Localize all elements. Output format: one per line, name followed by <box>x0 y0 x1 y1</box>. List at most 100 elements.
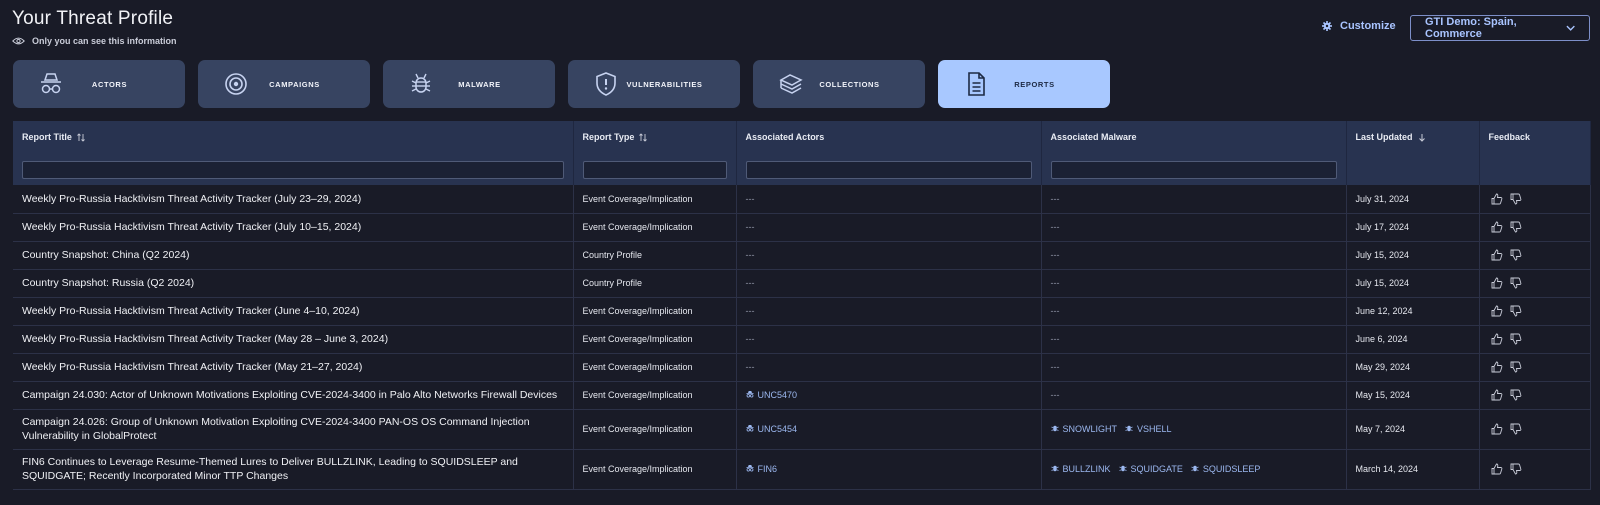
report-title[interactable]: Weekly Pro-Russia Hacktivism Threat Acti… <box>13 353 574 382</box>
threat-profile-value: GTI Demo: Spain, Commerce <box>1425 16 1517 40</box>
empty-value: --- <box>745 362 755 372</box>
associated-malware-cell: --- <box>1041 241 1347 270</box>
associated-malware-cell: --- <box>1041 381 1347 410</box>
card-vulnerabilities-label: VULNERABILITIES <box>626 79 703 89</box>
bug-icon <box>1050 424 1059 434</box>
report-title[interactable]: Weekly Pro-Russia Hacktivism Threat Acti… <box>13 185 574 214</box>
thumbs-up-icon[interactable] <box>1491 361 1503 373</box>
spy-icon <box>746 390 754 400</box>
table-row[interactable]: Weekly Pro-Russia Hacktivism Threat Acti… <box>13 297 1591 326</box>
thumbs-up-icon[interactable] <box>1491 221 1503 233</box>
associated-malware-cell: --- <box>1041 185 1347 214</box>
thumbs-up-icon[interactable] <box>1491 277 1503 289</box>
malware-name: VSHELL <box>1137 424 1172 434</box>
table-row[interactable]: Weekly Pro-Russia Hacktivism Threat Acti… <box>13 213 1591 242</box>
filter-associated-actors-input[interactable] <box>745 160 1032 179</box>
table-row[interactable]: FIN6 Continues to Leverage Resume-Themed… <box>13 449 1591 490</box>
associated-malware-cell: --- <box>1041 297 1347 326</box>
threat-profile-select[interactable]: GTI Demo: Spain, Commerce <box>1410 15 1590 41</box>
actor-chip[interactable]: UNC5470 <box>746 390 798 400</box>
col-header-report-type-label: Report Type <box>582 131 635 142</box>
category-cards: ACTORS CAMPAIGNS MALWARE VULNERABILITIES… <box>13 60 1110 108</box>
thumbs-up-icon[interactable] <box>1491 249 1503 261</box>
customize-button[interactable]: Customize <box>1322 20 1396 32</box>
malware-chip[interactable]: SQUIDGATE <box>1118 464 1183 474</box>
thumbs-down-icon[interactable] <box>1510 249 1522 261</box>
col-header-last-updated[interactable]: Last Updated <box>1346 121 1480 153</box>
actor-chip[interactable]: FIN6 <box>746 464 777 474</box>
last-updated: June 6, 2024 <box>1346 325 1480 354</box>
report-title[interactable]: Campaign 24.030: Actor of Unknown Motiva… <box>13 381 574 410</box>
thumbs-down-icon[interactable] <box>1510 423 1522 435</box>
table-row[interactable]: Country Snapshot: Russia (Q2 2024) Countr… <box>13 269 1591 298</box>
report-title[interactable]: FIN6 Continues to Leverage Resume-Themed… <box>13 449 574 490</box>
report-type: Event Coverage/Implication <box>573 449 737 490</box>
card-collections[interactable]: COLLECTIONS <box>753 60 925 108</box>
card-actors[interactable]: ACTORS <box>13 60 185 108</box>
spy-icon <box>38 71 64 97</box>
card-reports[interactable]: REPORTS <box>938 60 1110 108</box>
report-title[interactable]: Country Snapshot: China (Q2 2024) <box>13 241 574 270</box>
actor-name: UNC5454 <box>757 424 798 434</box>
bug-icon <box>1118 464 1127 474</box>
thumbs-down-icon[interactable] <box>1510 389 1522 401</box>
last-updated: July 15, 2024 <box>1346 241 1480 270</box>
actor-chip[interactable]: UNC5454 <box>746 424 798 434</box>
card-campaigns[interactable]: CAMPAIGNS <box>198 60 370 108</box>
report-type: Event Coverage/Implication <box>573 409 737 450</box>
feedback-cell <box>1479 185 1591 214</box>
empty-value: --- <box>745 250 755 260</box>
col-header-report-title[interactable]: Report Title <box>13 121 574 153</box>
malware-chip[interactable]: SNOWLIGHT <box>1050 424 1117 434</box>
thumbs-up-icon[interactable] <box>1491 305 1503 317</box>
gear-icon <box>1322 21 1332 31</box>
actor-name: UNC5470 <box>757 390 798 400</box>
card-vulnerabilities[interactable]: VULNERABILITIES <box>568 60 740 108</box>
table-row[interactable]: Country Snapshot: China (Q2 2024) Country… <box>13 241 1591 270</box>
last-updated: May 15, 2024 <box>1346 381 1480 410</box>
report-title[interactable]: Weekly Pro-Russia Hacktivism Threat Acti… <box>13 297 574 326</box>
report-type: Event Coverage/Implication <box>573 185 737 214</box>
malware-name: SQUIDSLEEP <box>1202 464 1261 474</box>
col-header-associated-actors: Associated Actors <box>736 121 1042 153</box>
filter-report-type-input[interactable] <box>582 160 727 179</box>
thumbs-up-icon[interactable] <box>1491 463 1503 475</box>
report-title[interactable]: Weekly Pro-Russia Hacktivism Threat Acti… <box>13 325 574 354</box>
table-row[interactable]: Weekly Pro-Russia Hacktivism Threat Acti… <box>13 353 1591 382</box>
thumbs-up-icon[interactable] <box>1491 333 1503 345</box>
thumbs-down-icon[interactable] <box>1510 193 1522 205</box>
thumbs-down-icon[interactable] <box>1510 305 1522 317</box>
sort-icon[interactable] <box>639 133 648 142</box>
sort-icon[interactable] <box>77 133 85 142</box>
associated-malware-cell: --- <box>1041 325 1347 354</box>
feedback-cell <box>1479 449 1591 490</box>
report-title[interactable]: Weekly Pro-Russia Hacktivism Threat Acti… <box>13 213 574 242</box>
thumbs-up-icon[interactable] <box>1491 193 1503 205</box>
thumbs-up-icon[interactable] <box>1491 389 1503 401</box>
feedback-cell <box>1479 409 1591 450</box>
table-row[interactable]: Campaign 24.030: Actor of Unknown Motiva… <box>13 381 1591 410</box>
report-title[interactable]: Campaign 24.026: Group of Unknown Motiva… <box>13 409 574 450</box>
table-row[interactable]: Weekly Pro-Russia Hacktivism Threat Acti… <box>13 325 1591 354</box>
filter-report-title-input[interactable] <box>22 160 564 179</box>
thumbs-down-icon[interactable] <box>1510 221 1522 233</box>
feedback-cell <box>1479 325 1591 354</box>
feedback-cell <box>1479 241 1591 270</box>
table-row[interactable]: Weekly Pro-Russia Hacktivism Threat Acti… <box>13 185 1591 214</box>
thumbs-down-icon[interactable] <box>1510 333 1522 345</box>
last-updated: May 29, 2024 <box>1346 353 1480 382</box>
malware-chip[interactable]: SQUIDSLEEP <box>1191 464 1261 474</box>
report-title[interactable]: Country Snapshot: Russia (Q2 2024) <box>13 269 574 298</box>
thumbs-down-icon[interactable] <box>1510 463 1522 475</box>
thumbs-down-icon[interactable] <box>1510 361 1522 373</box>
thumbs-up-icon[interactable] <box>1491 423 1503 435</box>
col-header-report-type[interactable]: Report Type <box>573 121 737 153</box>
malware-chip[interactable]: BULLZLINK <box>1050 464 1111 474</box>
arrow-down-icon[interactable] <box>1418 133 1426 142</box>
empty-value: --- <box>1050 334 1060 344</box>
table-row[interactable]: Campaign 24.026: Group of Unknown Motiva… <box>13 409 1591 450</box>
filter-associated-malware-input[interactable] <box>1050 160 1337 179</box>
thumbs-down-icon[interactable] <box>1510 277 1522 289</box>
malware-chip[interactable]: VSHELL <box>1125 424 1172 434</box>
card-malware[interactable]: MALWARE <box>383 60 555 108</box>
